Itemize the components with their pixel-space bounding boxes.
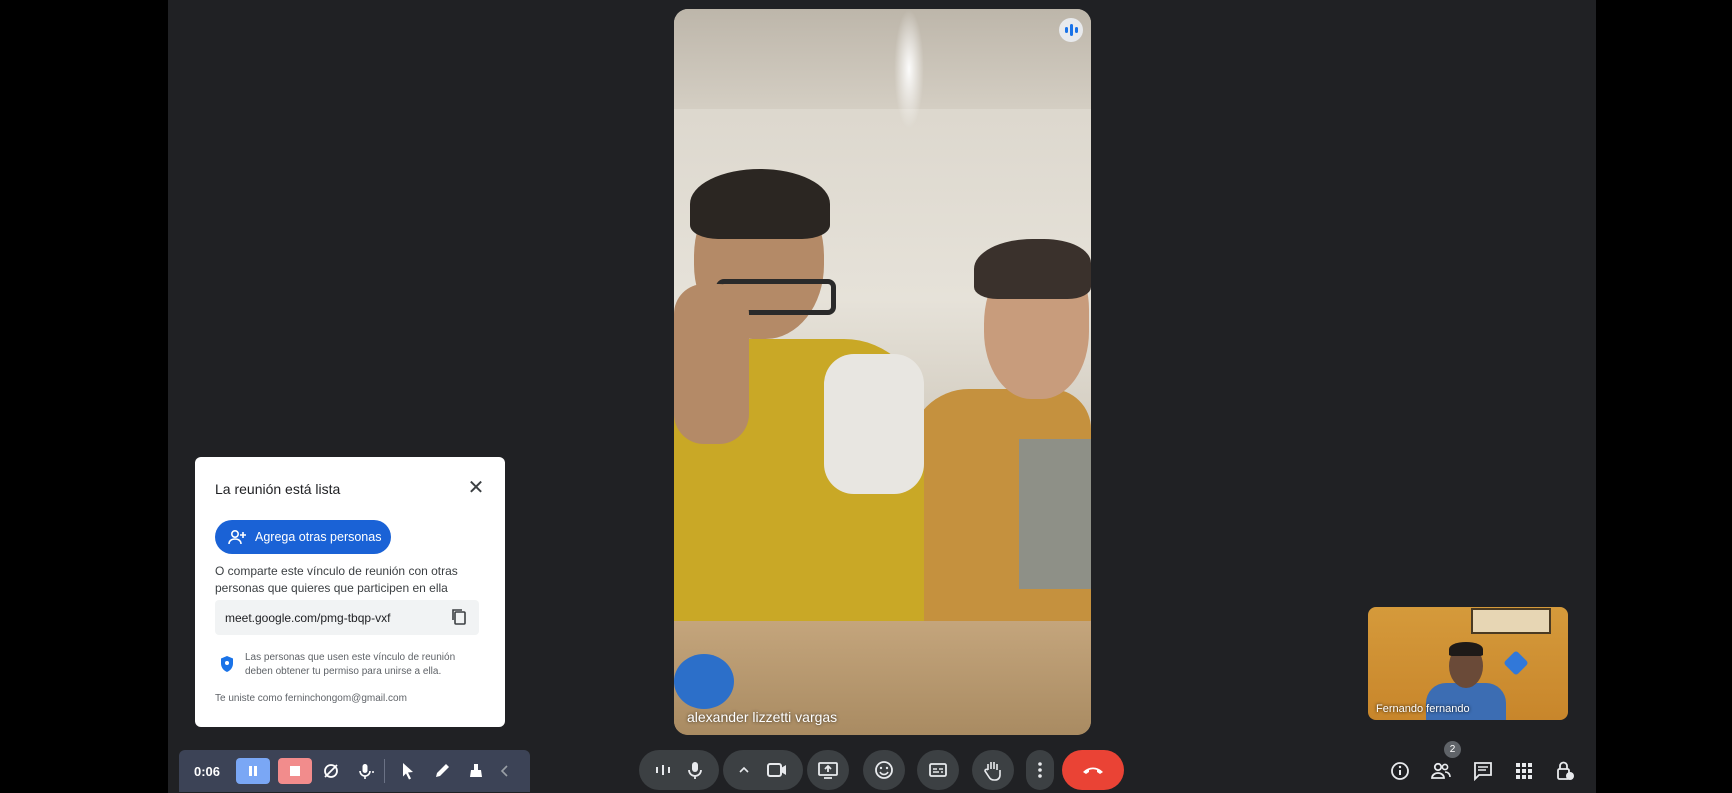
info-icon (1391, 762, 1409, 780)
eraser-icon (470, 764, 482, 777)
video-content (1449, 642, 1483, 656)
video-content (974, 239, 1091, 299)
present-screen-button[interactable] (807, 750, 849, 790)
permission-notice: Las personas que usen este vínculo de re… (245, 652, 456, 677)
close-icon[interactable]: ✕ (465, 477, 487, 499)
meeting-link-box: meet.google.com/pmg-tbqp-vxf (215, 600, 479, 635)
reactions-button[interactable] (863, 750, 905, 790)
pointer-button[interactable] (393, 758, 423, 784)
raise-hand-icon (984, 762, 1001, 781)
video-content (824, 354, 924, 494)
chat-icon (1474, 762, 1492, 781)
recorder-mic-button[interactable] (350, 758, 380, 784)
video-background (894, 9, 924, 129)
video-background (674, 9, 1091, 109)
camera-icon (767, 763, 786, 777)
audio-levels-icon (656, 765, 670, 775)
recording-toolbar: 0:06 (179, 750, 530, 792)
raise-hand-button[interactable] (972, 750, 1014, 790)
camera-toggle-button[interactable] (316, 758, 346, 784)
self-participant-name: Fernando fernando (1376, 703, 1470, 715)
meeting-ready-dialog: La reunión está lista ✕ Agrega otras per… (195, 457, 505, 727)
end-call-icon (1083, 767, 1103, 774)
add-person-icon (228, 529, 246, 545)
emoji-icon (875, 761, 893, 779)
chat-button[interactable] (1469, 757, 1497, 785)
self-video-tile[interactable]: Fernando fernando (1368, 607, 1568, 720)
video-content (1471, 608, 1551, 634)
captions-icon (929, 763, 947, 777)
eraser-button[interactable] (461, 758, 491, 784)
camera-control-group[interactable] (723, 750, 803, 790)
pause-button[interactable] (236, 758, 270, 784)
pen-icon (436, 764, 449, 777)
video-content (690, 169, 830, 239)
people-button[interactable] (1427, 757, 1455, 785)
pause-icon (249, 766, 257, 776)
present-screen-icon (818, 762, 838, 779)
more-options-button[interactable] (1026, 750, 1054, 790)
activities-icon (1516, 763, 1532, 779)
shield-icon (221, 656, 233, 672)
share-instructions: O comparte este vínculo de reunión con o… (215, 564, 458, 595)
meeting-details-button[interactable] (1386, 757, 1414, 785)
video-content (1503, 650, 1529, 676)
stop-icon (290, 766, 300, 776)
add-people-label: Agrega otras personas (255, 530, 382, 544)
mic-control-group[interactable] (639, 750, 719, 790)
joined-as-text: Te uniste como ferninchongom@gmail.com (215, 693, 407, 704)
people-icon (1431, 762, 1451, 779)
end-call-button[interactable] (1062, 750, 1124, 790)
speaking-indicator-icon (1059, 18, 1083, 42)
add-people-button[interactable]: Agrega otras personas (215, 520, 391, 554)
stop-button[interactable] (278, 758, 312, 784)
participant-name: alexander lizzetti vargas (687, 709, 838, 725)
meeting-link: meet.google.com/pmg-tbqp-vxf (225, 610, 391, 625)
copy-icon[interactable] (451, 608, 467, 626)
video-content (674, 654, 734, 709)
toolbar-divider (384, 759, 385, 783)
more-options-icon (1038, 762, 1042, 778)
collapse-toolbar-button[interactable] (495, 758, 513, 784)
host-controls-button[interactable] (1551, 757, 1579, 785)
video-content (674, 284, 749, 444)
main-video-tile[interactable]: alexander lizzetti vargas (674, 9, 1091, 735)
mic-icon (359, 764, 374, 779)
collapse-chevron-icon (500, 765, 508, 777)
host-controls-icon (1557, 761, 1574, 780)
pointer-icon (403, 763, 413, 780)
captions-button[interactable] (917, 750, 959, 790)
mic-icon (688, 762, 702, 779)
pen-button[interactable] (427, 758, 457, 784)
chevron-up-icon (739, 766, 749, 773)
camera-off-icon (324, 764, 338, 778)
dialog-title: La reunión está lista (215, 481, 341, 497)
video-content (1019, 439, 1091, 589)
people-count-badge: 2 (1444, 741, 1461, 758)
recording-timer: 0:06 (194, 763, 221, 779)
activities-button[interactable] (1510, 757, 1538, 785)
